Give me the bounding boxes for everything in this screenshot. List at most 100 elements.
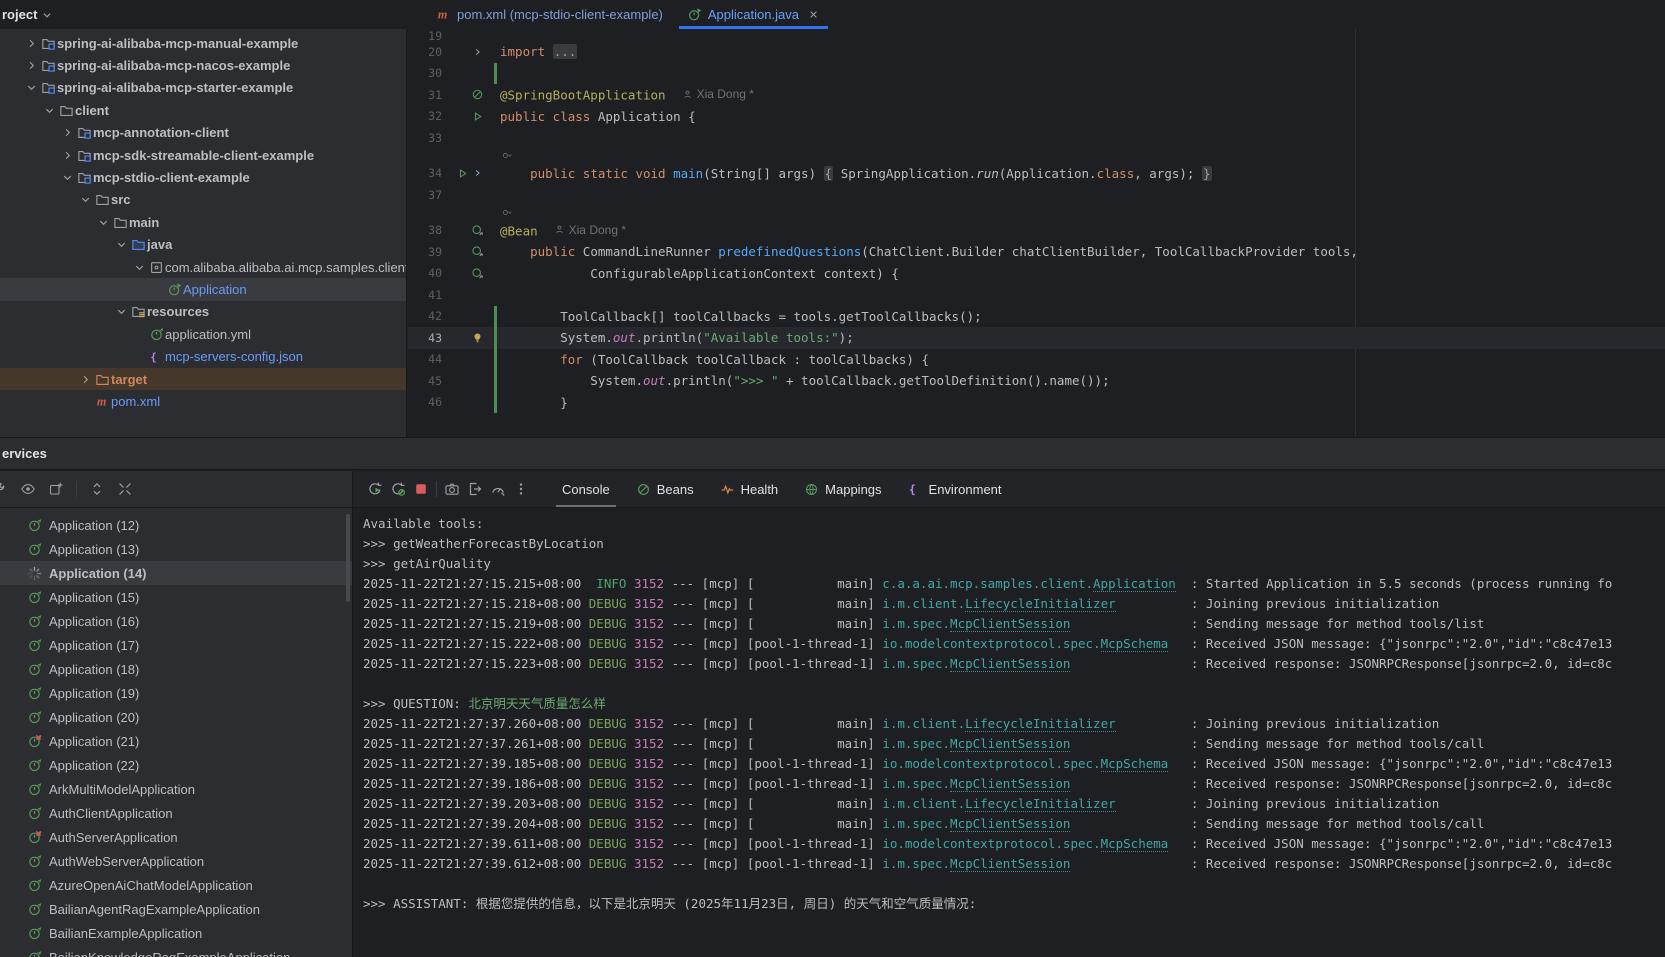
close-icon[interactable] [807, 8, 820, 21]
code-text[interactable]: ConfigurableApplicationContext context) … [486, 266, 899, 281]
editor-line-41[interactable]: 41 [408, 284, 1665, 306]
lightbulb-icon[interactable] [471, 331, 484, 344]
tab-beans[interactable]: Beans [636, 471, 694, 507]
tree-row[interactable]: spring-ai-alibaba-mcp-starter-example [0, 77, 406, 99]
editor-tab-pom.xml[interactable]: mpom.xml (mcp-stdio-client-example) [424, 0, 675, 29]
service-row[interactable]: Application (16) [0, 609, 352, 633]
tree-row[interactable]: mcp-annotation-client [0, 122, 406, 144]
service-row[interactable]: Application (13) [0, 537, 352, 561]
gauge-icon[interactable] [490, 481, 506, 497]
tab-health[interactable]: Health [720, 471, 779, 507]
editor-line-42[interactable]: 42 ToolCallback[] toolCallbacks = tools.… [408, 306, 1665, 328]
code-text[interactable]: System.out.println(">>> " + toolCallback… [486, 373, 1110, 388]
exit-icon[interactable] [467, 481, 483, 497]
logger-link[interactable]: McpSchema [1101, 836, 1169, 852]
service-row[interactable]: Application (14) [0, 561, 352, 585]
tree-row[interactable]: mcp-stdio-client-example [0, 166, 406, 188]
service-row[interactable]: AuthServerApplication [0, 825, 352, 849]
service-row[interactable]: Application (21) [0, 729, 352, 753]
editor-line-31[interactable]: 31@SpringBootApplicationXia Dong * [408, 84, 1665, 106]
service-row[interactable]: Application (22) [0, 753, 352, 777]
console-output[interactable]: Available tools:>>> getWeatherForecastBy… [352, 508, 1665, 957]
chevron-down-icon[interactable] [78, 193, 93, 206]
code-text[interactable]: System.out.println("Available tools:"); [486, 330, 854, 345]
tree-row[interactable]: { }mcp-servers-config.json [0, 345, 406, 367]
service-row[interactable]: Application (20) [0, 705, 352, 729]
tree-row[interactable]: resources [0, 301, 406, 323]
code-text[interactable]: import ... [486, 44, 577, 59]
logger-link[interactable]: McpClientSession [950, 776, 1070, 792]
rerun-icon[interactable] [367, 481, 383, 497]
editor-line-40[interactable]: 40 ConfigurableApplicationContext contex… [408, 263, 1665, 285]
code-text[interactable]: public static void main(String[] args) {… [486, 166, 1212, 181]
logger-link[interactable]: McpSchema [1101, 756, 1169, 772]
run-icon[interactable] [471, 110, 484, 123]
tree-row[interactable]: spring-ai-alibaba-mcp-manual-example [0, 32, 406, 54]
code-text[interactable]: } [486, 395, 568, 410]
code-text[interactable]: public class Application { [486, 109, 696, 124]
stop-icon[interactable] [413, 481, 429, 497]
editor-line-44[interactable]: 44 for (ToolCallback toolCallback : tool… [408, 349, 1665, 371]
collapse-all-icon[interactable] [117, 481, 133, 497]
tree-row[interactable]: application.yml [0, 323, 406, 345]
logger-link[interactable]: McpClientSession [950, 616, 1070, 632]
chevron-down-icon[interactable] [96, 216, 111, 229]
logger-link[interactable]: LifecycleInitializer [965, 716, 1116, 732]
editor-line-45[interactable]: 45 System.out.println(">>> " + toolCallb… [408, 370, 1665, 392]
editor-line-39[interactable]: 39 public CommandLineRunner predefinedQu… [408, 241, 1665, 263]
run-icon[interactable] [456, 167, 469, 180]
camera-icon[interactable] [444, 481, 460, 497]
service-row[interactable]: BailianExampleApplication [0, 921, 352, 945]
tree-row[interactable]: spring-ai-alibaba-mcp-nacos-example [0, 54, 406, 76]
services-panel-header[interactable]: ervices [0, 437, 1665, 470]
code-text[interactable]: public CommandLineRunner predefinedQuest… [486, 244, 1358, 259]
editor-line-19[interactable]: 19 [408, 29, 1665, 41]
chevron-down-icon[interactable] [42, 104, 57, 117]
logger-link[interactable]: McpSchema [1101, 636, 1169, 652]
logger-link[interactable]: LifecycleInitializer [965, 596, 1116, 612]
tab-console[interactable]: Console [562, 471, 610, 507]
tree-row[interactable]: mpom.xml [0, 390, 406, 412]
more-icon[interactable] [513, 481, 529, 497]
tree-row[interactable]: client [0, 99, 406, 121]
service-row[interactable]: AzureOpenAiChatModelApplication [0, 873, 352, 897]
chevron-right-icon[interactable] [60, 149, 75, 162]
editor-tab-application.java[interactable]: Application.java [675, 0, 832, 29]
rerun-update-icon[interactable] [390, 481, 406, 497]
service-row[interactable]: BailianKnowledgeRagExampleApplication [0, 945, 352, 957]
logger-link[interactable]: Application [1093, 576, 1176, 592]
tree-row[interactable]: target [0, 368, 406, 390]
chevron-right-icon[interactable] [60, 126, 75, 139]
service-row[interactable]: Application (18) [0, 657, 352, 681]
tree-row[interactable]: src [0, 189, 406, 211]
chevron-down-icon[interactable] [132, 261, 147, 274]
chevron-right-icon[interactable] [24, 59, 39, 72]
editor-line-43[interactable]: 43 System.out.println("Available tools:"… [408, 327, 1665, 349]
tree-row[interactable]: main [0, 211, 406, 233]
editor-line-33[interactable]: 33 [408, 127, 1665, 149]
tree-row[interactable]: java [0, 234, 406, 256]
code-text[interactable]: @SpringBootApplicationXia Dong * [486, 87, 754, 103]
editor-line-20[interactable]: 20import ... [408, 41, 1665, 63]
chevron-down-icon[interactable] [114, 305, 129, 318]
open-in-new-tab-icon[interactable] [48, 481, 64, 497]
logger-link[interactable]: McpClientSession [950, 656, 1070, 672]
fold-icon[interactable] [472, 167, 484, 179]
editor-line-32[interactable]: 32public class Application { [408, 106, 1665, 128]
chevron-right-icon[interactable] [78, 373, 93, 386]
bean-icon[interactable] [471, 224, 484, 237]
service-row[interactable]: BailianAgentRagExampleApplication [0, 897, 352, 921]
chevron-right-icon[interactable] [24, 37, 39, 50]
partial-tool-icon[interactable] [0, 481, 8, 497]
chevron-down-icon[interactable] [114, 238, 129, 251]
logger-link[interactable]: LifecycleInitializer [965, 796, 1116, 812]
tab-mappings[interactable]: Mappings [804, 471, 881, 507]
logger-link[interactable]: McpClientSession [950, 856, 1070, 872]
chevron-down-icon[interactable] [24, 81, 39, 94]
editor-line-46[interactable]: 46 } [408, 392, 1665, 414]
editor-line-34[interactable]: 34 public static void main(String[] args… [408, 163, 1665, 185]
code-text[interactable]: @BeanXia Dong * [486, 223, 626, 239]
service-row[interactable]: ArkMultiModelApplication [0, 777, 352, 801]
preview-eye-icon[interactable] [20, 481, 36, 497]
navigate-updown-icon[interactable] [89, 481, 105, 497]
